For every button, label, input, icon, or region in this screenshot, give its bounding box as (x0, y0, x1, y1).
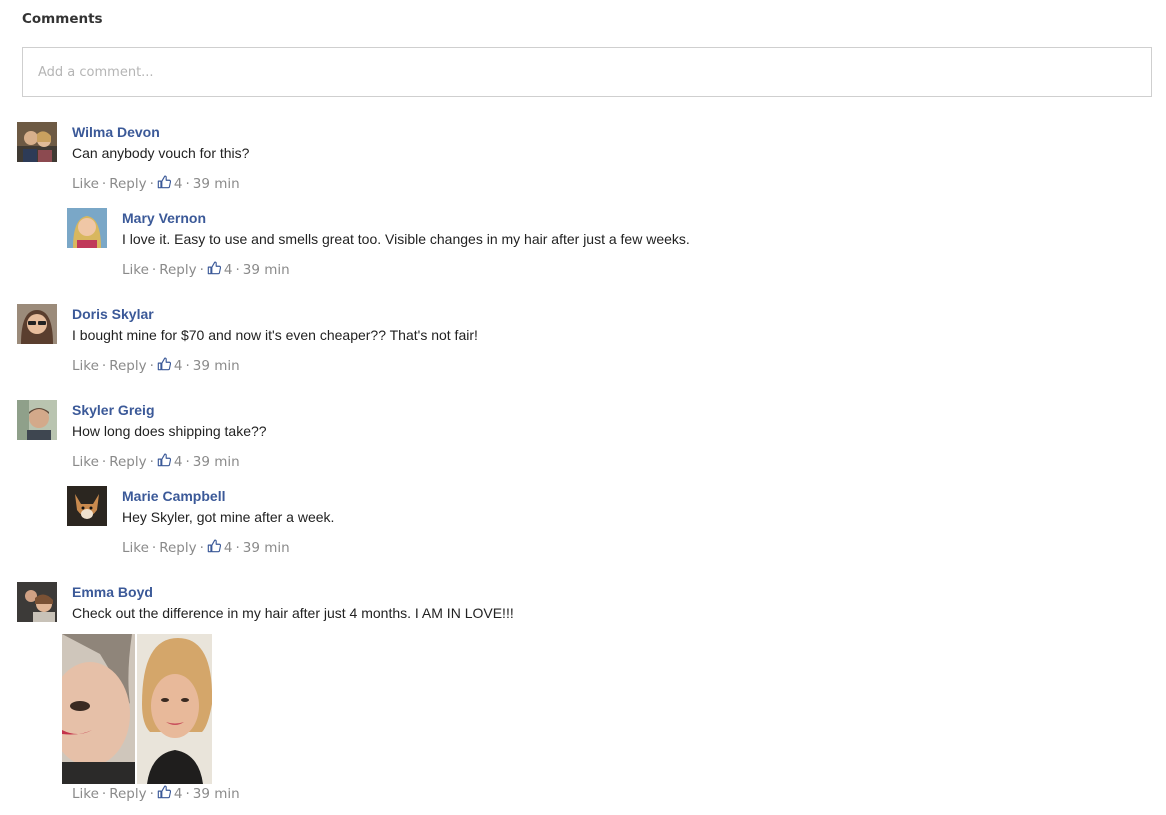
comment-time: 39 min (192, 454, 240, 470)
avatar[interactable] (67, 208, 107, 248)
commenter-name[interactable]: Skyler Greig (72, 402, 155, 418)
separator: · (185, 358, 190, 374)
commenter-name[interactable]: Emma Boyd (72, 584, 153, 600)
like-count: 4 (223, 262, 233, 278)
thumbs-up-icon (157, 357, 171, 375)
separator: · (149, 454, 154, 470)
comment-text: I love it. Easy to use and smells great … (122, 231, 690, 247)
separator: · (235, 540, 240, 556)
reply-link[interactable]: Reply (109, 454, 146, 470)
avatar[interactable] (17, 400, 57, 440)
like-link[interactable]: Like (72, 786, 99, 802)
like-count: 4 (173, 786, 183, 802)
comment-text: Hey Skyler, got mine after a week. (122, 509, 335, 525)
attached-photo[interactable] (62, 634, 212, 784)
comment-time: 39 min (242, 262, 290, 278)
like-link[interactable]: Like (72, 358, 99, 374)
like-link[interactable]: Like (72, 176, 99, 192)
like-link[interactable]: Like (122, 262, 149, 278)
separator: · (185, 176, 190, 192)
thumbs-up-icon (157, 453, 171, 471)
separator: · (101, 786, 107, 802)
avatar[interactable] (67, 486, 107, 526)
separator: · (185, 786, 190, 802)
comment-actions: Like · Reply · 4 · 39 min (72, 357, 240, 375)
like-link[interactable]: Like (122, 540, 149, 556)
separator: · (101, 176, 107, 192)
comment-time: 39 min (192, 786, 240, 802)
reply-link[interactable]: Reply (109, 176, 146, 192)
reply-link[interactable]: Reply (109, 358, 146, 374)
comment-time: 39 min (192, 176, 240, 192)
thumbs-up-icon (157, 175, 171, 193)
thumbs-up-icon (207, 261, 221, 279)
reply-link[interactable]: Reply (159, 540, 196, 556)
comment-text: I bought mine for $70 and now it's even … (72, 327, 478, 343)
commenter-name[interactable]: Wilma Devon (72, 124, 160, 140)
separator: · (101, 358, 107, 374)
thumbs-up-icon (157, 785, 171, 803)
comment-text: Can anybody vouch for this? (72, 145, 250, 161)
avatar[interactable] (17, 304, 57, 344)
separator: · (101, 454, 107, 470)
comment-actions: Like · Reply · 4 · 39 min (122, 261, 290, 279)
separator: · (199, 540, 204, 556)
comment-actions: Like · Reply · 4 · 39 min (72, 785, 240, 803)
separator: · (151, 262, 157, 278)
separator: · (151, 540, 157, 556)
commenter-name[interactable]: Marie Campbell (122, 488, 225, 504)
comment-actions: Like · Reply · 4 · 39 min (72, 175, 240, 193)
separator: · (149, 176, 154, 192)
comment-actions: Like · Reply · 4 · 39 min (122, 539, 290, 557)
reply-link[interactable]: Reply (109, 786, 146, 802)
comment-time: 39 min (192, 358, 240, 374)
add-comment-input[interactable] (22, 47, 1152, 97)
like-count: 4 (173, 358, 183, 374)
comment-text: Check out the difference in my hair afte… (72, 605, 514, 621)
comment-time: 39 min (242, 540, 290, 556)
comments-heading: Comments (22, 11, 103, 27)
commenter-name[interactable]: Mary Vernon (122, 210, 206, 226)
thumbs-up-icon (207, 539, 221, 557)
like-count: 4 (173, 176, 183, 192)
comment-text: How long does shipping take?? (72, 423, 267, 439)
separator: · (149, 358, 154, 374)
like-count: 4 (173, 454, 183, 470)
comment-actions: Like · Reply · 4 · 39 min (72, 453, 240, 471)
like-count: 4 (223, 540, 233, 556)
like-link[interactable]: Like (72, 454, 99, 470)
separator: · (149, 786, 154, 802)
avatar[interactable] (17, 582, 57, 622)
avatar[interactable] (17, 122, 57, 162)
separator: · (185, 454, 190, 470)
reply-link[interactable]: Reply (159, 262, 196, 278)
separator: · (199, 262, 204, 278)
commenter-name[interactable]: Doris Skylar (72, 306, 154, 322)
separator: · (235, 262, 240, 278)
